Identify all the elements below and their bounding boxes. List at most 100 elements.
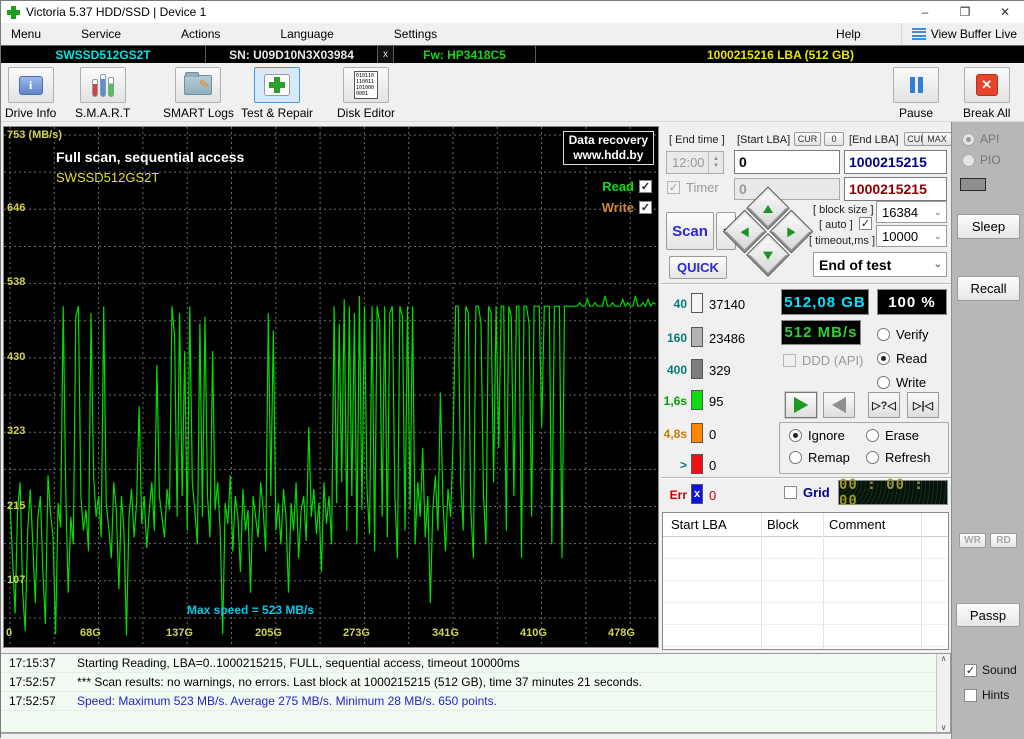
- timer-checkbox[interactable]: [667, 181, 680, 194]
- scan-label: Scan: [672, 223, 708, 240]
- close-button[interactable]: ✕: [985, 1, 1024, 23]
- menu-item-language[interactable]: Language: [270, 23, 343, 45]
- menu-item-menu[interactable]: Menu: [1, 23, 51, 45]
- smart-button[interactable]: S.M.A.R.T: [75, 67, 130, 120]
- end-lba-value: 1000215215: [849, 154, 927, 170]
- stat-value-4-8s: 0: [709, 427, 716, 442]
- hints-checkbox[interactable]: [964, 689, 977, 702]
- speed-graph-panel: 753 (MB/s) 646 538 430 323 215 107 0 68G…: [3, 126, 659, 648]
- remap-radio[interactable]: [789, 451, 802, 464]
- quick-label: QUICK: [677, 260, 719, 275]
- log-panel[interactable]: 17:15:37 Starting Reading, LBA=0..100021…: [1, 653, 951, 733]
- timer-row: Timer: [667, 180, 719, 195]
- minimize-button[interactable]: –: [905, 1, 945, 23]
- end-lba-input[interactable]: 1000215215: [844, 150, 947, 174]
- chevron-down-icon: ⌄: [934, 231, 946, 242]
- pause-button[interactable]: Pause: [893, 67, 939, 120]
- pio-radio[interactable]: [962, 154, 975, 167]
- refresh-radio[interactable]: [866, 451, 879, 464]
- pio-row: PIO: [962, 153, 1001, 167]
- ignore-radio[interactable]: [789, 429, 802, 442]
- read-checkbox[interactable]: [639, 180, 652, 193]
- smart-logs-button[interactable]: ✎ SMART Logs: [163, 67, 234, 120]
- drive-info-button[interactable]: i Drive Info: [5, 67, 56, 120]
- end-time-label: [ End time ]: [669, 134, 725, 146]
- sound-checkbox[interactable]: [964, 664, 977, 677]
- stat-value-40: 37140: [709, 297, 745, 312]
- start-lba-zero-button[interactable]: 0: [824, 132, 844, 146]
- chevron-down-icon: ⌄: [934, 259, 946, 270]
- arrow-up-icon: [763, 204, 773, 212]
- break-all-button[interactable]: ✕ Break All: [963, 67, 1010, 120]
- read-row: Read: [877, 351, 927, 366]
- end-lba-max-button[interactable]: MAX: [922, 132, 952, 146]
- sleep-button[interactable]: Sleep: [957, 214, 1020, 239]
- percent-value: 100 %: [888, 294, 936, 311]
- block-size-label: [ block size ]: [813, 204, 874, 216]
- stat-label-40: 40: [657, 297, 687, 311]
- device-model[interactable]: SWSSD512GS2T: [1, 46, 206, 63]
- ddd-api-checkbox[interactable]: [783, 354, 796, 367]
- start-test-button[interactable]: [785, 392, 817, 418]
- wr-button[interactable]: WR: [959, 533, 986, 548]
- end-of-test-combo[interactable]: End of test ⌄: [813, 252, 947, 277]
- write-checkbox[interactable]: [639, 201, 652, 214]
- restore-button[interactable]: ❐: [945, 1, 985, 23]
- defect-table[interactable]: Start LBA Block Comment: [662, 512, 949, 650]
- speed-lcd: 512 MB/s: [781, 320, 861, 345]
- hints-row: Hints: [964, 688, 1009, 702]
- rd-label: RD: [996, 535, 1010, 546]
- stat-block-1-6s: [691, 390, 703, 410]
- device-firmware: Fw: HP3418C5: [394, 46, 536, 63]
- x-tick-410g: 410G: [520, 627, 547, 639]
- menu-item-settings[interactable]: Settings: [384, 23, 447, 45]
- menu-item-actions[interactable]: Actions: [171, 23, 230, 45]
- auto-checkbox[interactable]: [859, 217, 872, 230]
- quick-button[interactable]: QUICK: [669, 256, 727, 279]
- rd-button[interactable]: RD: [990, 533, 1017, 548]
- remap-label: Remap: [808, 450, 850, 465]
- disk-editor-button[interactable]: 010110 110011 101000 0001 Disk Editor: [337, 67, 395, 120]
- erase-radio[interactable]: [866, 429, 879, 442]
- ignore-label: Ignore: [808, 428, 845, 443]
- menu-item-help[interactable]: Help: [826, 23, 871, 45]
- test-repair-button[interactable]: Test & Repair: [241, 67, 313, 120]
- menu-bar: Menu Service Actions Language Settings H…: [1, 23, 1024, 45]
- read-radio[interactable]: [877, 352, 890, 365]
- seek-end-button[interactable]: ▷|◁: [907, 392, 939, 418]
- scroll-down-icon[interactable]: ∨: [941, 723, 947, 732]
- spinner-arrows-icon[interactable]: ▲▼: [708, 152, 723, 173]
- erase-label: Erase: [885, 428, 919, 443]
- elapsed-timer-value: 00 : 00 : 00: [839, 477, 947, 509]
- passp-button[interactable]: Passp: [956, 603, 1020, 627]
- y-axis-top-label: 753 (MB/s): [7, 129, 62, 141]
- end-time-spinner[interactable]: 12:00 ▲▼: [666, 151, 724, 174]
- write-radio[interactable]: [877, 376, 890, 389]
- percent-lcd: 100 %: [877, 289, 947, 315]
- break-x-icon: ✕: [976, 74, 998, 96]
- end-lba-input2[interactable]: 1000215215: [844, 177, 947, 201]
- api-radio[interactable]: [962, 133, 975, 146]
- log-scrollbar[interactable]: ∧ ∨: [936, 654, 950, 732]
- timeout-combo[interactable]: 10000 ⌄: [876, 225, 947, 247]
- verify-radio[interactable]: [877, 328, 890, 341]
- seek-question-button[interactable]: ▷?◁: [868, 392, 900, 418]
- x-tick-0: 0: [6, 627, 12, 639]
- grid-checkbox[interactable]: [784, 486, 797, 499]
- view-buffer-live[interactable]: View Buffer Live: [901, 23, 1024, 45]
- sleep-label: Sleep: [972, 219, 1005, 234]
- pause-icon: [910, 77, 923, 93]
- log-text: *** Scan results: no warnings, no errors…: [65, 675, 642, 689]
- drive-info-label: Drive Info: [5, 106, 56, 120]
- block-size-value: 16384: [882, 205, 918, 220]
- device-close-x[interactable]: x: [378, 46, 394, 63]
- step-back-button[interactable]: [823, 392, 855, 418]
- scroll-up-icon[interactable]: ∧: [941, 654, 947, 663]
- start-lba-cur-button[interactable]: CUR: [794, 132, 821, 146]
- recall-button[interactable]: Recall: [957, 276, 1020, 301]
- scan-button[interactable]: Scan: [666, 212, 714, 250]
- block-size-combo[interactable]: 16384 ⌄: [876, 201, 947, 223]
- start-lba-input2: 0: [734, 178, 840, 200]
- menu-item-service[interactable]: Service: [71, 23, 131, 45]
- start-lba-input[interactable]: 0: [734, 150, 840, 174]
